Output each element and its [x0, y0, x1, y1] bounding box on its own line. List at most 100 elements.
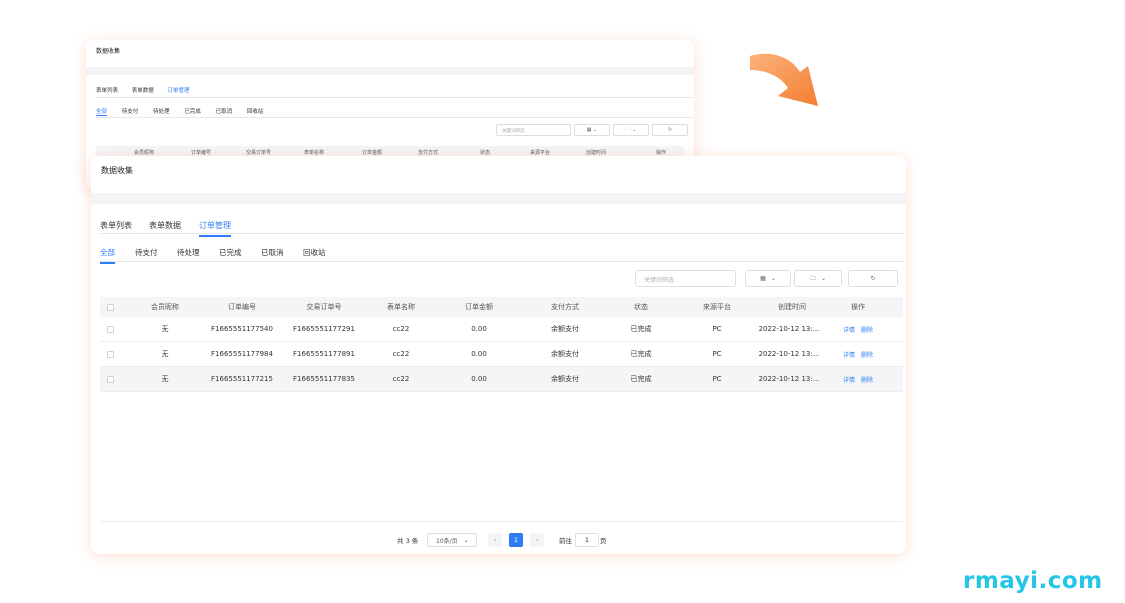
- col-nickname: 会员昵称: [151, 303, 179, 311]
- total-count: 共 3 条: [397, 537, 419, 545]
- table-row: 无 F1665551177540 F1665551177291 cc22 0.0…: [100, 317, 903, 342]
- cell-trade-no: F1665551177891: [293, 350, 355, 358]
- small-subtab: 待处理: [153, 109, 170, 115]
- grid-icon: ▦: [760, 275, 766, 282]
- col-form-name: 表单名称: [387, 303, 415, 311]
- small-subtab: 已取消: [215, 109, 233, 115]
- subtab-pending-process[interactable]: 待处理: [177, 247, 200, 258]
- cell-nickname: 无: [161, 325, 169, 333]
- small-col: 支付方式: [418, 150, 439, 156]
- chevron-down-icon: ⌄: [820, 275, 827, 282]
- cell-actions: 详情 删除: [822, 317, 894, 341]
- small-col: 操作: [656, 150, 667, 156]
- cell-status: 已完成: [630, 325, 652, 333]
- cell-status: 已完成: [630, 350, 652, 358]
- cell-amount: 0.00: [471, 350, 487, 358]
- cell-trade-no: F1665551177291: [293, 325, 355, 333]
- small-card-title: 数据收集: [96, 48, 121, 55]
- main-tabs: 表单列表 表单数据 订单管理: [100, 218, 903, 237]
- tab-form-data[interactable]: 表单数据: [149, 220, 181, 231]
- tab-order-management[interactable]: 订单管理: [199, 220, 231, 237]
- goto-page-input[interactable]: 1: [575, 533, 599, 547]
- page-1-button[interactable]: 1: [509, 533, 523, 547]
- small-subtab: 回收站: [246, 109, 264, 115]
- chevron-left-icon: ‹: [493, 536, 497, 544]
- cell-status: 已完成: [630, 375, 652, 383]
- refresh-icon: ↻: [870, 275, 876, 282]
- subtab-completed[interactable]: 已完成: [219, 247, 242, 258]
- small-folder-button: 🗀 ⌄: [613, 124, 649, 136]
- small-col: 会员昵称: [134, 150, 155, 156]
- watermark-logo: rmayi.com: [963, 568, 1103, 594]
- row-checkbox[interactable]: [100, 317, 120, 341]
- col-actions: 操作: [851, 303, 865, 311]
- cell-form-name: cc22: [392, 325, 410, 333]
- subtab-pending-payment[interactable]: 待支付: [135, 247, 158, 258]
- next-page-button[interactable]: ›: [530, 533, 544, 547]
- cell-nickname: 无: [161, 350, 169, 358]
- cell-actions: 详情 删除: [822, 342, 894, 366]
- col-created: 创建时间: [778, 303, 806, 311]
- subtab-recycle-bin[interactable]: 回收站: [303, 247, 326, 258]
- orders-table: 会员昵称 订单编号 交易订单号 表单名称 订单金额 支付方式 状态 来源平台 创…: [100, 297, 903, 392]
- subtab-all[interactable]: 全部: [100, 247, 115, 264]
- small-card-tabs: 表单列表 表单数据 订单管理: [96, 86, 694, 98]
- goto-label: 前往: [559, 537, 572, 545]
- status-subtabs: 全部 待支付 待处理 已完成 已取消 回收站: [100, 246, 903, 264]
- table-row: 无 F1665551177215 F1665551177835 cc22 0.0…: [100, 367, 903, 392]
- cell-amount: 0.00: [471, 325, 487, 333]
- chevron-down-icon: ⌄: [770, 275, 776, 282]
- delete-link[interactable]: 删除: [861, 325, 873, 334]
- cell-actions: 详情 删除: [822, 367, 894, 391]
- delete-link[interactable]: 删除: [861, 375, 873, 384]
- view-mode-dropdown[interactable]: ▦ ⌄: [745, 270, 791, 287]
- page-unit-label: 页: [600, 537, 607, 545]
- page-title: 数据收集: [101, 166, 133, 175]
- cell-order-no: F1665551177215: [211, 375, 273, 383]
- cell-form-name: cc22: [392, 350, 410, 358]
- detail-link[interactable]: 详情: [843, 350, 855, 359]
- col-platform: 来源平台: [703, 303, 731, 311]
- curved-arrow-icon: [750, 53, 818, 106]
- cell-order-no: F1665551177984: [211, 350, 273, 358]
- prev-page-button[interactable]: ‹: [488, 533, 502, 547]
- page-size-value: 10条/页: [436, 537, 458, 545]
- folder-dropdown[interactable]: 🗀 ⌄: [794, 270, 842, 287]
- cell-trade-no: F1665551177835: [293, 375, 355, 383]
- cell-order-no: F1665551177540: [211, 325, 273, 333]
- delete-link[interactable]: 删除: [861, 350, 873, 359]
- small-col: 订单编号: [191, 150, 212, 156]
- small-grid-button: ▦ ⌄: [574, 124, 610, 136]
- row-checkbox[interactable]: [100, 342, 120, 366]
- col-status: 状态: [634, 303, 648, 311]
- main-card: 数据收集 表单列表 表单数据 订单管理 全部 待支付 待处理 已完成 已取消 回…: [91, 156, 906, 554]
- small-col: 交易订单号: [246, 150, 272, 156]
- small-col: 创建时间: [586, 150, 607, 156]
- small-card-band: [86, 67, 694, 75]
- select-all-checkbox[interactable]: [100, 297, 120, 317]
- header-band: [91, 193, 906, 204]
- col-pay-method: 支付方式: [551, 303, 579, 311]
- small-col: 来源平台: [530, 150, 551, 156]
- detail-link[interactable]: 详情: [843, 325, 855, 334]
- small-tab: 表单列表: [96, 88, 119, 94]
- col-order-no: 订单编号: [228, 303, 256, 311]
- keyword-search-input[interactable]: 关键词筛选: [635, 270, 736, 287]
- folder-icon: 🗀: [809, 274, 816, 282]
- detail-link[interactable]: 详情: [843, 375, 855, 384]
- small-search-input: 关键词筛选: [496, 124, 571, 136]
- tab-form-list[interactable]: 表单列表: [100, 220, 132, 231]
- refresh-button[interactable]: ↻: [848, 270, 898, 287]
- page-size-select[interactable]: 10条/页 ⌄: [427, 533, 477, 547]
- cell-pay-method: 余额支付: [551, 350, 579, 358]
- chevron-right-icon: ›: [535, 536, 539, 544]
- small-tab: 订单管理: [167, 88, 190, 94]
- small-subtab: 待支付: [121, 109, 139, 115]
- small-refresh-button: ↻: [652, 124, 688, 136]
- row-checkbox[interactable]: [100, 367, 120, 391]
- small-subtab: 已完成: [184, 109, 201, 115]
- cell-pay-method: 余额支付: [551, 325, 579, 333]
- cell-nickname: 无: [161, 375, 169, 383]
- cell-form-name: cc22: [392, 375, 410, 383]
- subtab-cancelled[interactable]: 已取消: [261, 247, 284, 258]
